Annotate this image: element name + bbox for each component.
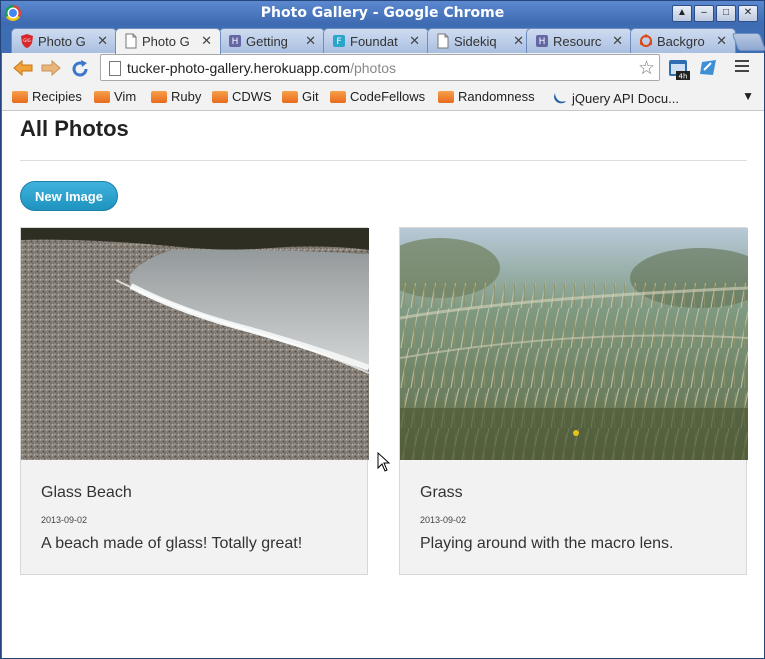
url-text[interactable]: tucker-photo-gallery.herokuapp.com/photo… <box>127 60 396 76</box>
bookmark-jquery-api[interactable]: jQuery API Docu... <box>552 89 679 106</box>
url-path: /photos <box>350 60 397 76</box>
bookmark-cdws[interactable]: CDWS <box>212 89 272 104</box>
bookmark-git[interactable]: Git <box>282 89 319 104</box>
svg-text:F: F <box>336 37 341 47</box>
address-bar[interactable]: tucker-photo-gallery.herokuapp.com/photo… <box>100 54 660 81</box>
photo-date: 2013-09-02 <box>420 515 467 525</box>
glass-beach-photo[interactable] <box>21 228 369 460</box>
browser-window: Photo Gallery - Google Chrome ▲ – □ ✕ GI… <box>0 0 765 659</box>
chevron-down-icon[interactable]: ▼ <box>742 89 754 103</box>
bookmark-label: CodeFellows <box>350 89 426 104</box>
bookmark-star-icon[interactable]: ☆ <box>638 57 655 80</box>
tab-resources[interactable]: H Resourc ✕ <box>526 28 632 53</box>
close-icon[interactable]: ✕ <box>305 33 316 49</box>
photo-date: 2013-09-02 <box>41 515 88 525</box>
tab-label: Getting <box>246 34 288 49</box>
edit-icon <box>700 60 716 75</box>
maximize-button[interactable]: □ <box>716 5 736 22</box>
tab-label: Photo G <box>38 34 86 49</box>
bookmark-recipies[interactable]: Recipies <box>12 89 82 104</box>
reload-icon[interactable] <box>70 59 90 79</box>
close-icon[interactable]: ✕ <box>716 33 727 49</box>
window-title: Photo Gallery - Google Chrome <box>260 5 505 21</box>
evernote-extension-icon[interactable] <box>699 58 719 78</box>
bookmark-label: Vim <box>114 89 137 104</box>
back-arrow-icon[interactable] <box>12 59 34 77</box>
bookmark-label: Git <box>302 89 319 104</box>
page-icon <box>109 61 121 76</box>
photo-description: A beach made of glass! Totally great! <box>41 535 303 552</box>
close-icon[interactable]: ✕ <box>201 33 212 49</box>
page-title: All Photos <box>20 116 129 141</box>
tab-label: Foundat <box>350 34 398 49</box>
folder-icon <box>330 91 346 103</box>
tab-photo-gallery-1[interactable]: GIG Photo G ✕ <box>11 28 117 53</box>
mouse-cursor-icon <box>377 452 391 472</box>
photo-title[interactable]: Glass Beach <box>41 484 132 502</box>
bookmark-codefellows[interactable]: CodeFellows <box>330 89 425 104</box>
heroku-icon: H <box>536 35 548 47</box>
minimize-button[interactable]: – <box>694 5 714 22</box>
bookmark-label: jQuery API Docu... <box>572 91 679 106</box>
new-tab-button[interactable] <box>731 33 765 51</box>
bookmark-label: CDWS <box>232 89 272 104</box>
close-window-button[interactable]: ✕ <box>738 5 758 22</box>
bookmark-ruby[interactable]: Ruby <box>151 89 201 104</box>
photo-title[interactable]: Grass <box>420 484 463 502</box>
svg-text:H: H <box>232 37 239 47</box>
svg-text:GIG: GIG <box>23 38 30 43</box>
folder-icon <box>282 91 298 103</box>
menu-icon[interactable] <box>735 60 749 75</box>
photo-description: Playing around with the macro lens. <box>420 535 674 552</box>
close-icon[interactable]: ✕ <box>513 33 524 49</box>
title-bar[interactable]: Photo Gallery - Google Chrome ▲ – □ ✕ <box>1 1 764 25</box>
folder-icon <box>212 91 228 103</box>
tab-label: Sidekiq <box>454 34 497 49</box>
folder-icon <box>151 91 167 103</box>
bookmark-label: Recipies <box>32 89 82 104</box>
tab-label: Photo G <box>142 34 190 49</box>
tab-foundation[interactable]: F Foundat ✕ <box>323 28 429 53</box>
page-icon <box>125 33 137 49</box>
page-icon <box>437 33 449 49</box>
url-host: tucker-photo-gallery.herokuapp.com <box>127 60 351 76</box>
toolbar: tucker-photo-gallery.herokuapp.com/photo… <box>2 53 764 83</box>
new-image-button[interactable]: New Image <box>20 181 118 211</box>
photo-card-glass-beach[interactable]: Glass Beach 2013-09-02 A beach made of g… <box>20 227 369 575</box>
bookmark-label: Randomness <box>458 89 535 104</box>
calendar-extension-icon[interactable]: 4h <box>668 58 690 81</box>
bookmark-vim[interactable]: Vim <box>94 89 136 104</box>
bookmark-randomness[interactable]: Randomness <box>438 89 535 104</box>
grass-photo[interactable] <box>400 228 748 460</box>
divider <box>20 160 747 161</box>
bookmarks-bar: Recipies Vim Ruby CDWS Git CodeFellows R… <box>2 83 764 111</box>
close-icon[interactable]: ✕ <box>612 33 623 49</box>
red-badge-icon: GIG <box>21 34 33 48</box>
tab-background[interactable]: Backgro ✕ <box>630 28 736 53</box>
forward-arrow-icon[interactable] <box>40 59 62 77</box>
folder-icon <box>12 91 28 103</box>
foundation-icon: F <box>333 35 345 47</box>
tab-sidekiq[interactable]: Sidekiq ✕ <box>427 28 533 53</box>
ubuntu-icon <box>639 34 653 47</box>
tab-strip: GIG Photo G ✕ Photo G ✕ H Getting ✕ F Fo… <box>1 25 765 54</box>
jquery-icon <box>554 93 566 104</box>
tab-photo-gallery-2[interactable]: Photo G ✕ <box>115 28 221 54</box>
tab-label: Resourc <box>553 34 602 49</box>
window-up-button[interactable]: ▲ <box>672 5 692 22</box>
tab-label: Backgro <box>657 34 705 49</box>
calendar-icon: 4h <box>669 60 690 81</box>
folder-icon <box>438 91 454 103</box>
close-icon[interactable]: ✕ <box>409 33 420 49</box>
heroku-icon: H <box>229 35 241 47</box>
close-icon[interactable]: ✕ <box>97 33 108 49</box>
bookmark-label: Ruby <box>171 89 202 104</box>
photo-card-grass[interactable]: Grass 2013-09-02 Playing around with the… <box>399 227 748 575</box>
folder-icon <box>94 91 110 103</box>
svg-text:4h: 4h <box>679 73 688 81</box>
tab-getting[interactable]: H Getting ✕ <box>219 28 325 53</box>
page-content: All Photos New Image Glass Beach 2013-09… <box>2 111 764 658</box>
svg-text:H: H <box>539 37 546 47</box>
